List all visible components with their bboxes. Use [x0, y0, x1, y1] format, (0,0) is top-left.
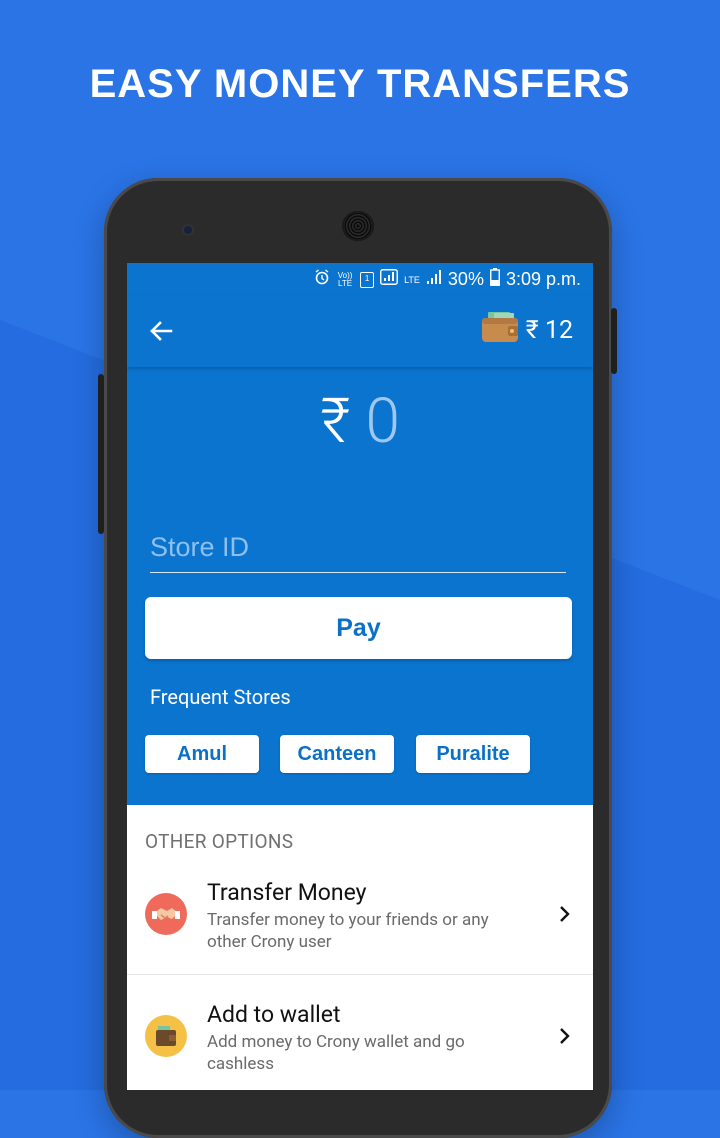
- wallet-icon: [481, 312, 520, 349]
- amount-value[interactable]: 0: [366, 385, 400, 458]
- payment-panel: ₹ 0 Pay Frequent Stores Amul Canteen Pur…: [127, 367, 593, 805]
- amount-display: ₹ 0: [127, 385, 593, 458]
- option-title: Transfer Money: [207, 879, 367, 906]
- option-transfer-money[interactable]: Transfer Money Transfer money to your fr…: [127, 863, 593, 973]
- battery-percent: 30%: [447, 269, 484, 289]
- store-chip-puralite[interactable]: Puralite: [416, 735, 530, 773]
- clock: 3:09 p.m.: [505, 269, 581, 289]
- store-chip-canteen[interactable]: Canteen: [280, 735, 394, 773]
- wallet-icon: [145, 1015, 187, 1057]
- battery-icon: [490, 268, 500, 291]
- sim1-icon: 1: [360, 271, 375, 288]
- store-id-input[interactable]: [150, 522, 566, 573]
- front-camera: [182, 224, 194, 236]
- phone-power-button: [611, 308, 617, 374]
- phone-screen: Vo)) LTE 1 LTE 30% 3:09 p.m. ₹ 12 ₹ 0 St…: [127, 263, 593, 1090]
- back-arrow-icon[interactable]: [145, 315, 177, 347]
- option-title: Add to wallet: [207, 1001, 341, 1028]
- alarm-icon: [314, 269, 330, 290]
- phone-volume-button: [98, 374, 104, 534]
- lte-indicator: LTE: [404, 274, 420, 285]
- pay-button[interactable]: Pay: [145, 597, 572, 659]
- earpiece-speaker: [342, 211, 374, 241]
- other-options-header: OTHER OPTIONS: [145, 830, 294, 853]
- chevron-right-icon: [555, 1027, 573, 1045]
- frequent-stores-label: Frequent Stores: [150, 685, 291, 709]
- wallet-balance-text: ₹ 12: [525, 316, 573, 345]
- app-bar: ₹ 12: [127, 295, 593, 367]
- chevron-right-icon: [555, 905, 573, 923]
- volte-indicator: Vo)) LTE: [337, 270, 353, 288]
- signal-bars-icon: [426, 269, 442, 290]
- signal-icon: [380, 269, 399, 290]
- wallet-balance[interactable]: ₹ 12: [481, 312, 573, 349]
- handshake-icon: [145, 893, 187, 935]
- divider: [127, 974, 593, 975]
- option-add-to-wallet[interactable]: Add to wallet Add money to Crony wallet …: [127, 985, 593, 1090]
- currency-symbol: ₹: [320, 385, 351, 458]
- option-description: Add money to Crony wallet and go cashles…: [207, 1032, 465, 1074]
- option-description: Transfer money to your friends or any ot…: [207, 910, 489, 952]
- status-bar: Vo)) LTE 1 LTE 30% 3:09 p.m.: [127, 263, 593, 295]
- store-chip-amul[interactable]: Amul: [145, 735, 259, 773]
- promo-title: EASY MONEY TRANSFERS: [89, 62, 631, 106]
